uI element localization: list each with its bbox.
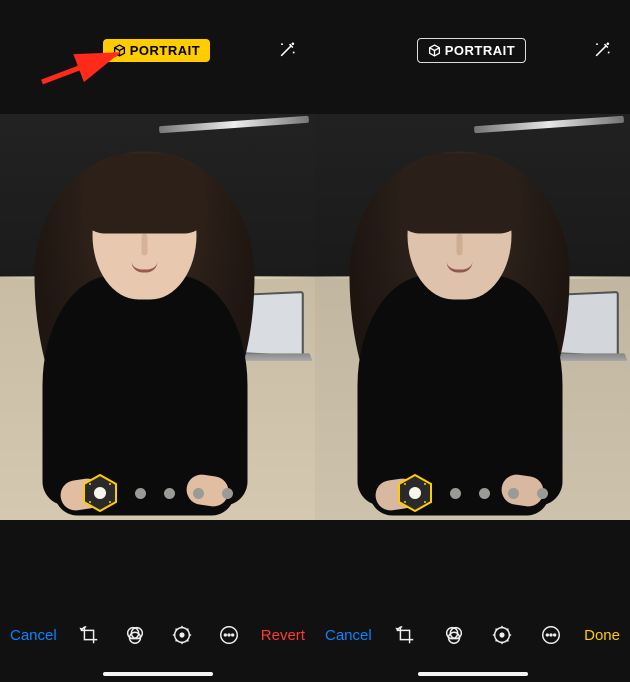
lighting-dot[interactable]: [135, 488, 146, 499]
portrait-lighting-hex-icon[interactable]: [83, 474, 117, 512]
portrait-badge-label: PORTRAIT: [130, 43, 200, 58]
bottom-toolbar: Cancel Done: [315, 602, 630, 682]
filters-icon[interactable]: [439, 624, 469, 646]
home-indicator: [418, 672, 528, 676]
portrait-lighting-selector[interactable]: [0, 474, 315, 512]
magic-wand-icon[interactable]: [277, 40, 297, 60]
bottom-toolbar: Cancel Revert: [0, 602, 315, 682]
cube-icon: [113, 44, 126, 57]
cube-icon: [428, 44, 441, 57]
portrait-badge-label: PORTRAIT: [445, 43, 515, 58]
lighting-dot[interactable]: [193, 488, 204, 499]
home-indicator: [103, 672, 213, 676]
filters-icon[interactable]: [120, 624, 150, 646]
top-bar: PORTRAIT: [0, 0, 315, 100]
lighting-dot[interactable]: [164, 488, 175, 499]
portrait-lighting-selector[interactable]: [315, 474, 630, 512]
portrait-badge[interactable]: PORTRAIT: [103, 39, 210, 62]
crop-rotate-icon[interactable]: [74, 624, 104, 646]
lighting-dot[interactable]: [450, 488, 461, 499]
cancel-button[interactable]: Cancel: [325, 627, 372, 644]
lighting-dot[interactable]: [222, 488, 233, 499]
editor-pane-right: PORTRAIT: [315, 0, 630, 682]
photo-canvas[interactable]: [0, 114, 315, 520]
lighting-dot[interactable]: [537, 488, 548, 499]
done-button[interactable]: Done: [584, 627, 620, 644]
revert-button[interactable]: Revert: [261, 627, 305, 644]
magic-wand-icon[interactable]: [592, 40, 612, 60]
lighting-dot[interactable]: [508, 488, 519, 499]
portrait-badge[interactable]: PORTRAIT: [417, 38, 526, 63]
editor-pane-left: PORTRAIT: [0, 0, 315, 682]
crop-rotate-icon[interactable]: [390, 624, 420, 646]
cancel-button[interactable]: Cancel: [10, 627, 57, 644]
photo-canvas[interactable]: [315, 114, 630, 520]
top-bar: PORTRAIT: [315, 0, 630, 100]
more-circle-icon[interactable]: [536, 624, 566, 646]
lighting-dot[interactable]: [479, 488, 490, 499]
portrait-lighting-hex-icon[interactable]: [398, 474, 432, 512]
more-circle-icon[interactable]: [214, 624, 244, 646]
adjust-dial-icon[interactable]: [167, 624, 197, 646]
adjust-dial-icon[interactable]: [487, 624, 517, 646]
